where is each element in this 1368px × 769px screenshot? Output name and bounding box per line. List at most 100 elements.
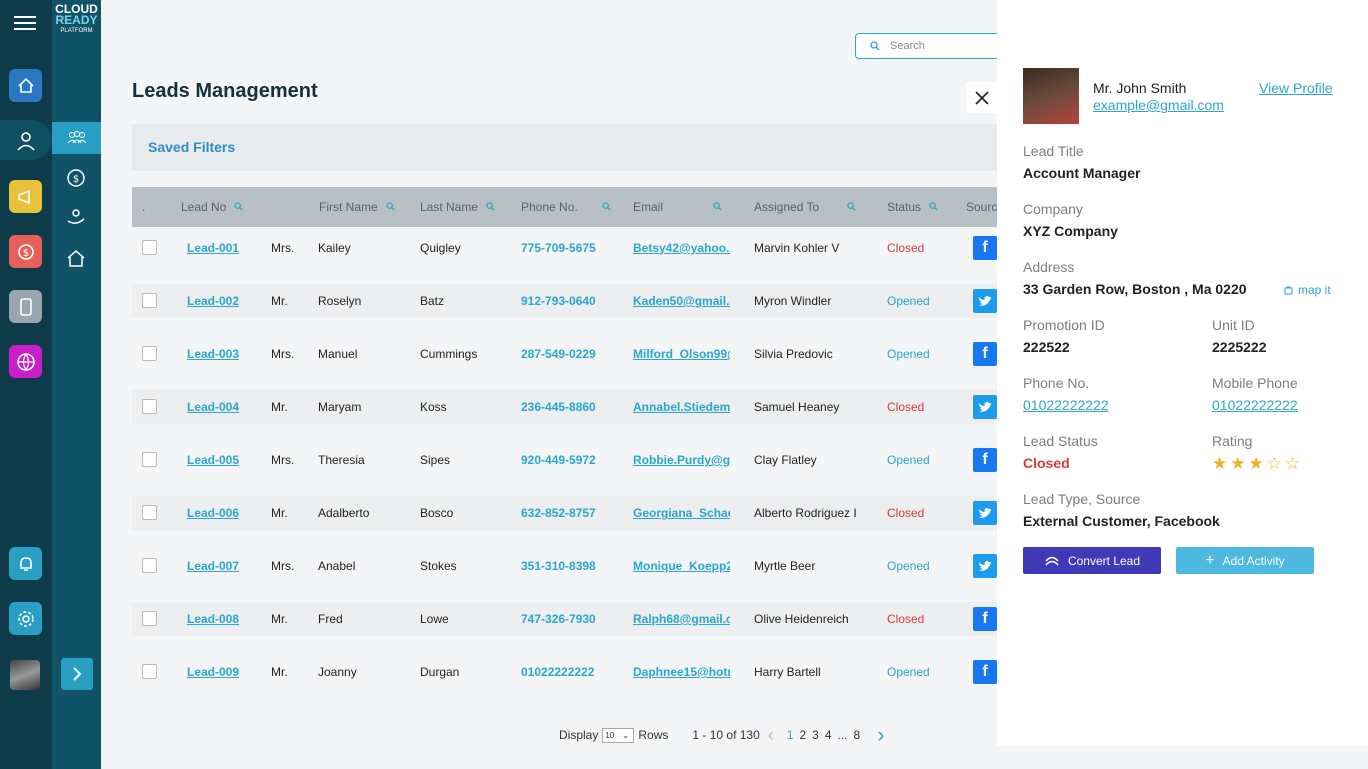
- search-input[interactable]: Search: [855, 33, 1015, 59]
- expand-button[interactable]: [61, 658, 93, 690]
- gear-icon[interactable]: [9, 602, 42, 635]
- phone-link[interactable]: 747-326-7930: [521, 612, 596, 626]
- hand-icon[interactable]: [64, 206, 88, 230]
- rating-stars[interactable]: ★ ★ ★ ☆ ☆: [1212, 454, 1300, 474]
- table-row[interactable]: Lead-009 Mr. Joanny Durgan 01022222222 Daphne…: [132, 655, 997, 689]
- lead-no-link[interactable]: Lead-008: [187, 612, 239, 626]
- table-row[interactable]: Lead-006 Mr. Adalberto Bosco 632-852-8757 Geo…: [132, 496, 997, 530]
- email-link[interactable]: Georgiana_Schad: [633, 506, 730, 520]
- phone-link[interactable]: 351-310-8398: [521, 559, 596, 573]
- search-icon[interactable]: [486, 200, 495, 214]
- phone-link[interactable]: 01022222222: [521, 665, 594, 679]
- table-row[interactable]: Lead-004 Mr. Maryam Koss 236-445-8860 Annabel…: [132, 390, 997, 424]
- search-icon[interactable]: [601, 200, 611, 214]
- star-filled-icon[interactable]: ★: [1212, 454, 1227, 474]
- search-icon[interactable]: [385, 200, 395, 214]
- phone-link[interactable]: 920-449-5972: [521, 453, 596, 467]
- email-link[interactable]: Betsy42@yahoo.com: [633, 241, 730, 255]
- col-status[interactable]: Status: [887, 200, 938, 214]
- star-filled-icon[interactable]: ★: [1249, 454, 1264, 474]
- table-row[interactable]: Lead-008 Mr. Fred Lowe 747-326-7930 Ralph68@g…: [132, 602, 997, 636]
- search-icon[interactable]: [234, 200, 243, 214]
- email-link[interactable]: Daphnee15@hotr: [633, 665, 730, 679]
- lead-no-link[interactable]: Lead-001: [187, 241, 239, 255]
- mobile-icon[interactable]: [9, 290, 42, 323]
- rows-per-page-select[interactable]: 10 ⌄: [602, 727, 635, 743]
- user-avatar[interactable]: [10, 660, 40, 690]
- next-page-icon[interactable]: ›: [877, 722, 884, 748]
- dollar-icon[interactable]: $: [9, 235, 42, 268]
- lead-no-link[interactable]: Lead-007: [187, 559, 239, 573]
- phone-link[interactable]: 775-709-5675: [521, 241, 596, 255]
- page-1[interactable]: 1: [787, 728, 794, 742]
- phone-link[interactable]: 01022222222: [1023, 397, 1109, 413]
- email-link[interactable]: Annabel.Stiedem: [633, 400, 730, 414]
- email-link[interactable]: Ralph68@gmail.c: [633, 612, 730, 626]
- saved-filters-bar[interactable]: Saved Filters: [132, 124, 997, 171]
- coin-icon[interactable]: $: [64, 166, 88, 190]
- prev-page-icon[interactable]: ‹: [768, 725, 774, 746]
- email-link[interactable]: Milford_Olson99@: [633, 347, 730, 361]
- row-checkbox[interactable]: [142, 399, 157, 414]
- email-link[interactable]: Kaden50@gmail.com: [633, 294, 730, 308]
- view-profile-link[interactable]: View Profile: [1259, 80, 1333, 96]
- row-checkbox[interactable]: [142, 240, 157, 255]
- search-icon[interactable]: [929, 200, 938, 214]
- house-hand-icon[interactable]: [9, 69, 42, 102]
- table-row[interactable]: Lead-005 Mrs. Theresia Sipes 920-449-5972 Rob…: [132, 443, 997, 477]
- col-source[interactable]: Sourc: [966, 200, 997, 214]
- lead-no-link[interactable]: Lead-009: [187, 665, 239, 679]
- phone-link[interactable]: 632-852-8757: [521, 506, 596, 520]
- table-row[interactable]: Lead-001 Mrs. Kailey Quigley 775-709-5675 Bet…: [132, 231, 997, 265]
- table-row[interactable]: Lead-003 Mrs. Manuel Cummings 287-549-0229 Mi…: [132, 337, 997, 371]
- col-email[interactable]: Email: [633, 200, 722, 214]
- row-checkbox[interactable]: [142, 558, 157, 573]
- col-assigned[interactable]: Assigned To: [754, 200, 856, 214]
- page-3[interactable]: 3: [812, 728, 819, 742]
- person-icon[interactable]: [9, 124, 42, 157]
- lead-no-link[interactable]: Lead-002: [187, 294, 239, 308]
- email-link[interactable]: Monique_Koepp2: [633, 559, 730, 573]
- lead-email-link[interactable]: example@gmail.com: [1093, 97, 1224, 113]
- twitter-icon: [973, 501, 997, 525]
- table-row[interactable]: Lead-007 Mrs. Anabel Stokes 351-310-8398 Moni…: [132, 549, 997, 583]
- row-checkbox[interactable]: [142, 664, 157, 679]
- lead-no-link[interactable]: Lead-006: [187, 506, 239, 520]
- page-2[interactable]: 2: [799, 728, 806, 742]
- star-empty-icon[interactable]: ☆: [1285, 454, 1300, 474]
- email-link[interactable]: Robbie.Purdy@gr: [633, 453, 730, 467]
- menu-icon[interactable]: [14, 12, 36, 34]
- phone-link[interactable]: 287-549-0229: [521, 347, 596, 361]
- search-icon[interactable]: [713, 200, 722, 214]
- col-phone[interactable]: Phone No.: [521, 200, 611, 214]
- col-first-name[interactable]: First Name: [319, 200, 395, 214]
- row-checkbox[interactable]: [142, 293, 157, 308]
- lead-no-link[interactable]: Lead-004: [187, 400, 239, 414]
- row-checkbox[interactable]: [142, 505, 157, 520]
- row-checkbox[interactable]: [142, 452, 157, 467]
- convert-lead-button[interactable]: Convert Lead: [1023, 547, 1161, 574]
- close-panel-button[interactable]: [966, 82, 997, 113]
- bell-icon[interactable]: [9, 547, 42, 580]
- star-empty-icon[interactable]: ☆: [1267, 454, 1282, 474]
- add-activity-button[interactable]: + Add Activity: [1176, 547, 1314, 574]
- megaphone-icon[interactable]: [9, 180, 42, 213]
- star-filled-icon[interactable]: ★: [1230, 454, 1245, 474]
- col-lead-no[interactable]: Lead No: [181, 200, 243, 214]
- globe-icon[interactable]: [9, 345, 42, 378]
- map-it-link[interactable]: map it: [1284, 283, 1331, 297]
- phone-link[interactable]: 912-793-0640: [521, 294, 596, 308]
- home-icon[interactable]: [64, 246, 88, 270]
- row-checkbox[interactable]: [142, 611, 157, 626]
- mobile-link[interactable]: 01022222222: [1212, 397, 1298, 413]
- col-last-name[interactable]: Last Name: [420, 200, 495, 214]
- row-checkbox[interactable]: [142, 346, 157, 361]
- page-4[interactable]: 4: [825, 728, 832, 742]
- page-8[interactable]: 8: [854, 728, 861, 742]
- table-row[interactable]: Lead-002 Mr. Roselyn Batz 912-793-0640 Kaden5…: [132, 284, 997, 318]
- lead-no-link[interactable]: Lead-005: [187, 453, 239, 467]
- lead-no-link[interactable]: Lead-003: [187, 347, 239, 361]
- phone-link[interactable]: 236-445-8860: [521, 400, 596, 414]
- search-icon[interactable]: [847, 200, 856, 214]
- people-icon[interactable]: [52, 122, 101, 154]
